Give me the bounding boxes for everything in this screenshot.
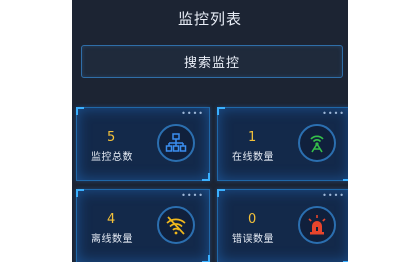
card-corner <box>343 173 348 181</box>
more-dots-icon: •••• <box>322 109 345 118</box>
card-corner <box>202 173 210 181</box>
more-dots-icon: •••• <box>181 109 204 118</box>
card-corner <box>217 107 225 115</box>
stat-card-offline[interactable]: •••• 4 离线数量 <box>76 189 210 262</box>
page-title: 监控列表 <box>177 10 242 28</box>
card-corner <box>202 255 210 262</box>
search-monitor-button[interactable]: 搜索监控 <box>81 45 343 78</box>
card-corner <box>76 189 84 197</box>
stat-card-error[interactable]: •••• 0 错误数量 <box>217 189 348 262</box>
card-corner <box>343 255 348 262</box>
stat-value: 5 <box>107 130 116 145</box>
more-dots-icon: •••• <box>181 191 204 200</box>
stat-value: 0 <box>248 212 257 227</box>
stat-label: 离线数量 <box>91 234 133 245</box>
card-corner <box>217 189 225 197</box>
wifi-off-icon <box>157 206 195 244</box>
more-dots-icon: •••• <box>322 191 345 200</box>
signal-tower-icon <box>298 124 336 162</box>
monitor-list-screen: 监控列表 搜索监控 •••• 5 监控总数 •••• 1 在线数量 •••• 4… <box>72 0 348 262</box>
stat-card-total[interactable]: •••• 5 监控总数 <box>76 107 210 181</box>
stat-label: 错误数量 <box>232 234 274 245</box>
card-corner <box>76 107 84 115</box>
stat-label: 监控总数 <box>91 152 133 163</box>
alarm-light-icon <box>298 206 336 244</box>
network-icon <box>157 124 195 162</box>
stat-label: 在线数量 <box>232 152 274 163</box>
stat-value: 4 <box>107 212 116 227</box>
stat-value: 1 <box>248 130 257 145</box>
stat-card-online[interactable]: •••• 1 在线数量 <box>217 107 348 181</box>
